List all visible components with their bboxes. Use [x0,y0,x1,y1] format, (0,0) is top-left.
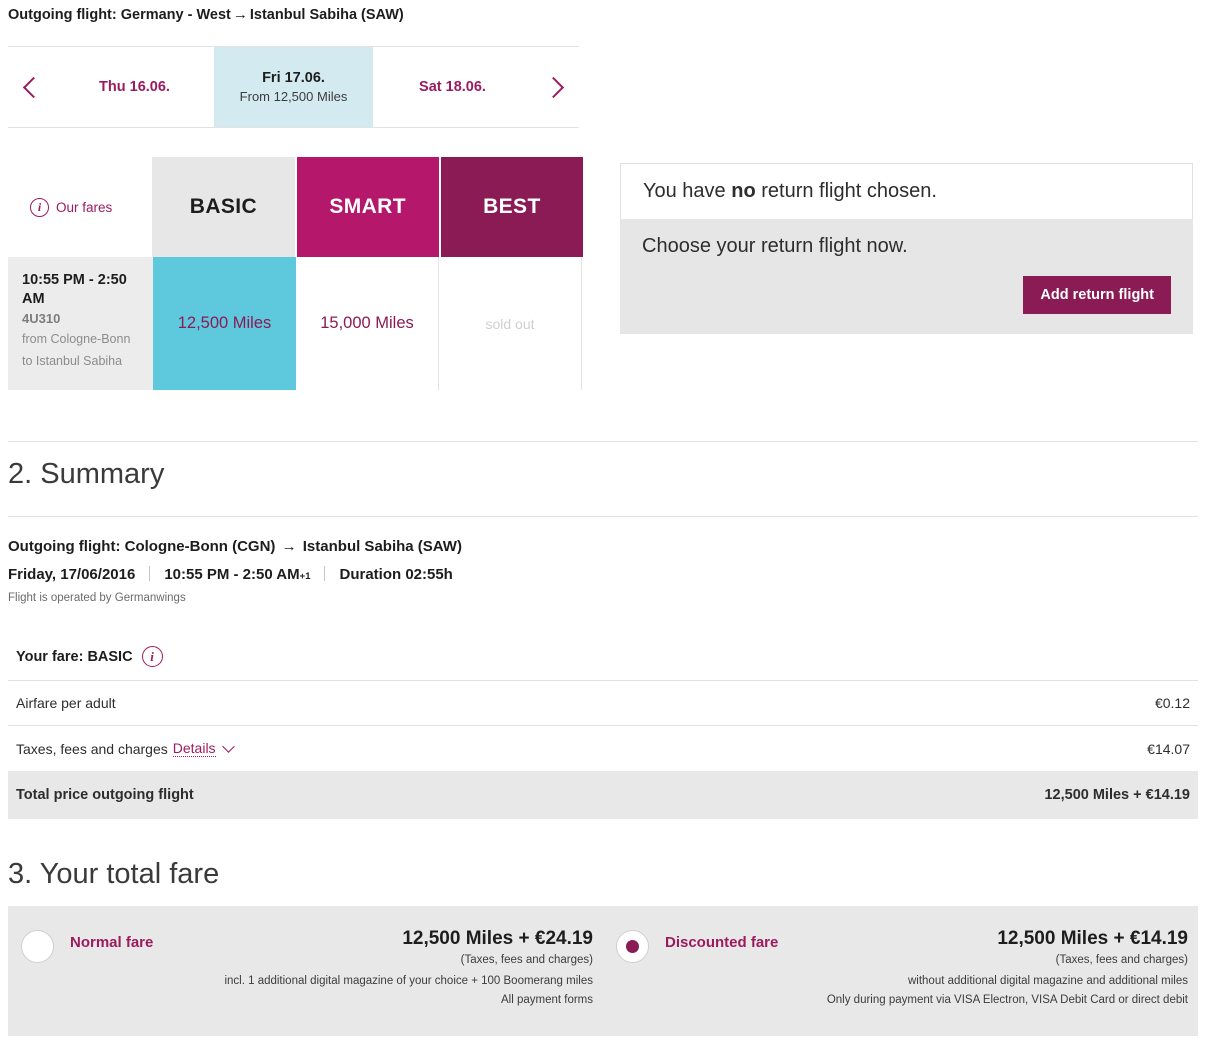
summary-date: Friday, 17/06/2016 [8,566,136,583]
fare-matrix-header-row: i Our fares BASIC SMART BEST [8,157,583,257]
our-fares-label: Our fares [56,199,113,215]
date-tab-fri-17-06[interactable]: Fri 17.06. From 12,500 Miles [214,47,373,127]
return-status-suffix: return flight chosen. [755,180,937,202]
fare-option-normal[interactable]: Normal fare 12,500 Miles + €24.19 (Taxes… [8,906,603,1036]
date-tab-label: Thu 16.06. [99,79,170,95]
return-flight-prompt-area: Choose your return flight now. Add retur… [620,219,1193,334]
fare-column-best[interactable]: BEST [440,157,583,257]
return-button-wrap: Add return flight [642,276,1171,314]
normal-fare-body: Normal fare 12,500 Miles + €24.19 (Taxes… [54,928,593,1036]
normal-fare-price: 12,500 Miles + €24.19 [402,928,593,949]
date-tab-sat-18-06[interactable]: Sat 18.06. [373,47,532,127]
chevron-right-icon [542,76,565,98]
return-flight-panel: You have no return flight chosen. Choose… [620,163,1193,334]
divider-summary-top [8,441,1198,442]
summary-route: Outgoing flight: Cologne-Bonn (CGN) → Is… [8,538,1198,555]
summary-times: 10:55 PM - 2:50 AM [164,566,300,583]
discounted-fare-payment: Only during payment via VISA Electron, V… [826,994,1188,1006]
date-tab-label: Sat 18.06. [419,79,486,95]
arrow-right-icon: → [232,6,248,23]
fare-cell-basic[interactable]: 12,500 Miles [153,257,296,390]
fare-row-label: Airfare per adult [16,695,116,711]
discounted-fare-inclusion: without additional digital magazine and … [907,975,1188,987]
total-label: Total price outgoing flight [16,787,194,803]
flight-number: 4U310 [22,311,61,327]
arrow-right-icon: → [281,538,297,555]
fare-cell-smart[interactable]: 15,000 Miles [296,257,439,390]
prev-day-button[interactable] [8,47,55,127]
flight-time: 10:55 PM - 2:50 AM [22,272,127,307]
fare-row-label: Taxes, fees and charges [16,740,168,757]
fare-row-airfare: Airfare per adult €0.12 [8,680,1198,725]
summary-duration: Duration 02:55h [339,566,453,583]
info-icon[interactable]: i [141,646,163,667]
fare-row-value: €0.12 [1154,695,1190,711]
meta-divider [324,566,326,581]
fare-breakdown: Your fare: BASIC i Airfare per adult €0.… [8,634,1198,819]
return-status-emphasis: no [731,180,756,202]
total-fare-options: Normal fare 12,500 Miles + €24.19 (Taxes… [8,906,1198,1036]
fare-row-value: €14.07 [1147,740,1190,757]
outgoing-flight-title: Outgoing flight: Germany - West → Istanbul… [8,6,404,23]
flight-origin: from Cologne-Bonn [22,332,131,347]
fare-row-taxes: Taxes, fees and charges Details €14.07 [8,725,1198,771]
summary-meta: Friday, 17/06/2016 10:55 PM - 2:50 AM +1 … [8,564,1198,583]
summary-section-title: 2. Summary [8,458,165,490]
flight-row: 10:55 PM - 2:50 AM 4U310 from Cologne-Bo… [8,257,583,390]
fare-option-discounted[interactable]: Discounted fare 12,500 Miles + €14.19 (T… [603,906,1198,1036]
next-day-button[interactable] [532,47,579,127]
normal-fare-label: Normal fare [70,934,154,951]
booking-page: Outgoing flight: Germany - West → Istanbul… [0,0,1207,1042]
discounted-fare-body: Discounted fare 12,500 Miles + €14.19 (T… [649,928,1188,1036]
taxes-details-link[interactable]: Details [172,740,216,757]
flight-info-cell: 10:55 PM - 2:50 AM 4U310 from Cologne-Bo… [8,257,153,390]
total-fare-section-title: 3. Your total fare [8,858,220,890]
fare-column-smart[interactable]: SMART [296,157,439,257]
radio-selected-dot [626,940,639,953]
total-value: 12,500 Miles + €14.19 [1044,787,1190,803]
radio-discounted-fare[interactable] [616,930,649,963]
discounted-fare-tax-note: (Taxes, fees and charges) [1055,954,1188,966]
fare-row-label-group: Taxes, fees and charges Details [16,740,235,757]
fare-matrix: i Our fares BASIC SMART BEST 10:55 PM - … [8,157,583,390]
return-flight-status: You have no return flight chosen. [620,163,1193,219]
normal-fare-tax-note: (Taxes, fees and charges) [460,954,593,966]
date-tab-thu-16-06[interactable]: Thu 16.06. [55,47,214,127]
summary-route-origin: Outgoing flight: Cologne-Bonn (CGN) [8,538,276,555]
normal-fare-headline: Normal fare 12,500 Miles + €24.19 [54,928,593,951]
flight-title-destination: Istanbul Sabiha (SAW) [249,7,404,23]
fare-column-basic[interactable]: BASIC [152,157,295,257]
return-flight-prompt: Choose your return flight now. [642,235,908,257]
return-status-prefix: You have [643,180,732,202]
summary-operator: Flight is operated by Germanwings [8,592,186,604]
discounted-fare-headline: Discounted fare 12,500 Miles + €14.19 [649,928,1188,951]
info-icon: i [30,197,49,217]
discounted-fare-label: Discounted fare [665,934,779,951]
discounted-fare-price: 12,500 Miles + €14.19 [997,928,1188,949]
date-selector: Thu 16.06. Fri 17.06. From 12,500 Miles … [8,46,579,128]
our-fares-link[interactable]: i Our fares [8,157,153,257]
your-fare-label: Your fare: BASIC [16,648,133,665]
chevron-left-icon [22,76,45,98]
flight-title-origin: Outgoing flight: Germany - West [8,7,231,23]
summary-next-day-indicator: +1 [299,571,311,582]
normal-fare-inclusion: incl. 1 additional digital magazine of y… [224,975,593,987]
date-tab-price: From 12,500 Miles [239,89,348,104]
summary-route-destination: Istanbul Sabiha (SAW) [302,538,462,555]
chevron-down-icon[interactable] [221,740,235,753]
meta-divider [149,566,151,581]
fare-row-total: Total price outgoing flight 12,500 Miles… [8,771,1198,819]
summary-flight-block: Outgoing flight: Cologne-Bonn (CGN) → Is… [8,538,1198,604]
add-return-flight-button[interactable]: Add return flight [1023,276,1171,314]
flight-destination: to Istanbul Sabiha [22,353,123,368]
fare-cell-best: sold out [439,257,582,390]
radio-normal-fare[interactable] [21,930,54,963]
date-tab-label: Fri 17.06. [262,70,325,86]
normal-fare-payment: All payment forms [500,994,593,1006]
divider-summary-bottom [8,516,1198,517]
your-fare-row: Your fare: BASIC i [8,634,1198,680]
